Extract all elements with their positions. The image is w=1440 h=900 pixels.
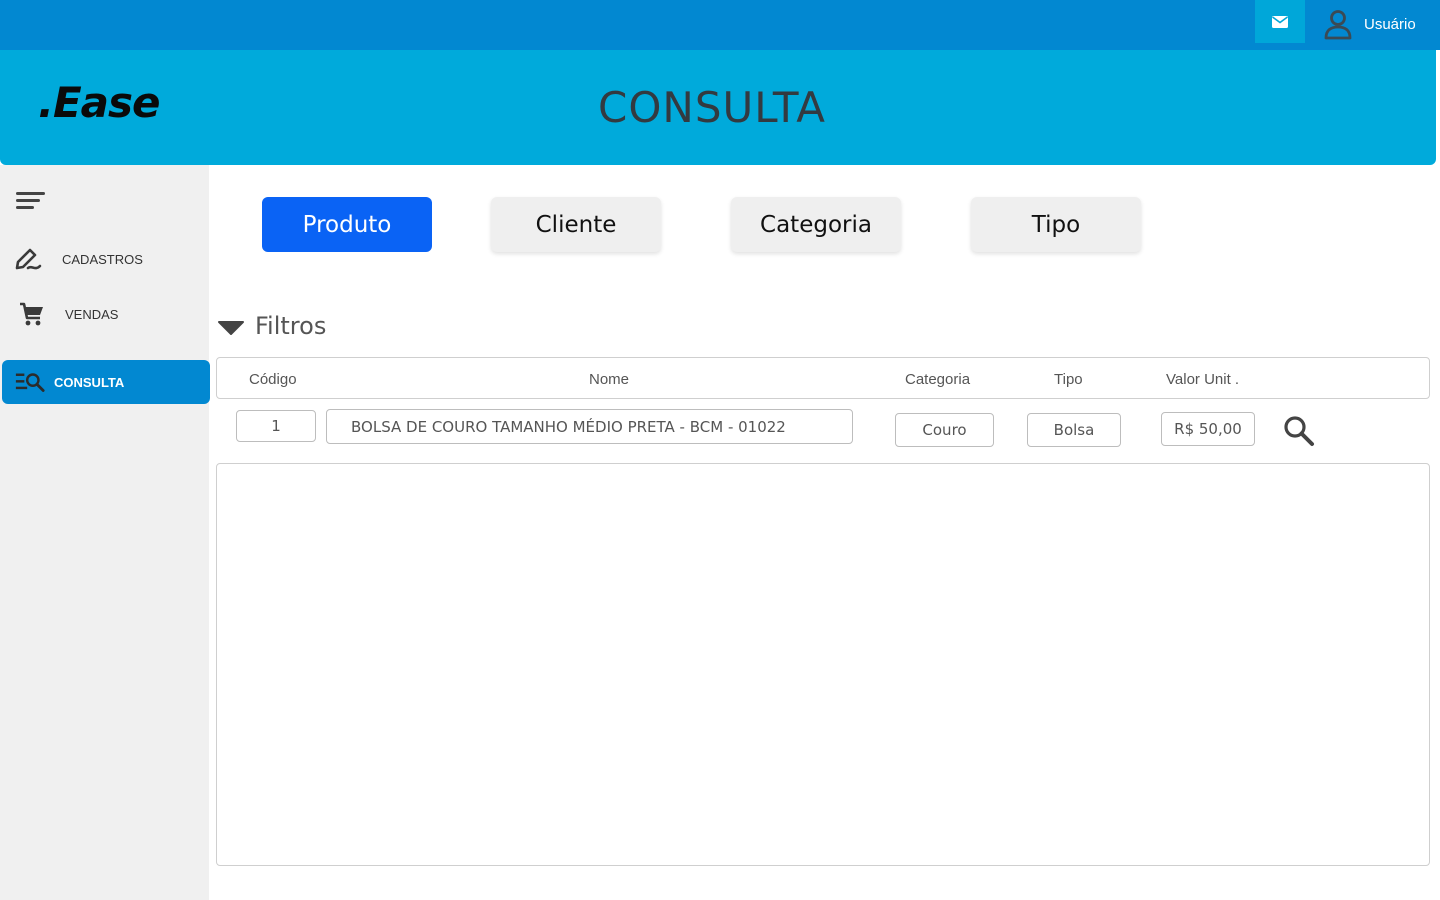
menu-lines-icon xyxy=(16,192,45,209)
user-icon xyxy=(1324,10,1352,40)
tab-tipo[interactable]: Tipo xyxy=(971,197,1141,252)
nome-field[interactable]: BOLSA DE COURO TAMANHO MÉDIO PRETA - BCM… xyxy=(326,409,853,444)
filter-header-row: Código Nome Categoria Tipo Valor Unit . xyxy=(216,357,1430,399)
codigo-field[interactable]: 1 xyxy=(236,410,316,442)
col-header-categoria: Categoria xyxy=(905,371,971,388)
page-title: CONSULTA xyxy=(598,83,826,132)
tab-categoria[interactable]: Categoria xyxy=(731,197,901,252)
sidebar-item-cadastros[interactable]: CADASTROS xyxy=(2,237,210,281)
search-button[interactable] xyxy=(1282,414,1316,448)
col-header-tipo: Tipo xyxy=(1054,371,1083,388)
tipo-field[interactable]: Bolsa xyxy=(1027,413,1121,447)
filters-toggle[interactable]: Filtros xyxy=(217,310,326,342)
col-header-codigo: Código xyxy=(249,371,297,388)
sidebar-item-label: VENDAS xyxy=(65,306,119,322)
sidebar-item-consulta[interactable]: CONSULTA xyxy=(2,360,210,404)
tab-produto[interactable]: Produto xyxy=(262,197,432,252)
top-bar: Usuário xyxy=(0,0,1440,50)
caret-down-icon xyxy=(218,321,244,335)
categoria-field[interactable]: Couro xyxy=(895,413,994,447)
search-icon xyxy=(1284,416,1314,446)
filters-title: Filtros xyxy=(255,312,327,340)
user-label: Usuário xyxy=(1364,15,1416,33)
col-header-nome: Nome xyxy=(589,371,630,388)
envelope-icon xyxy=(1272,15,1288,28)
col-header-valor: Valor Unit . xyxy=(1166,371,1240,388)
shopping-cart-icon xyxy=(16,298,48,330)
sidebar: CADASTROS VENDAS CONSULTA xyxy=(0,165,210,900)
sidebar-item-label: CONSULTA xyxy=(54,374,125,390)
pencil-edit-icon xyxy=(12,243,44,275)
user-menu[interactable]: Usuário xyxy=(1322,8,1416,40)
sidebar-item-label: CADASTROS xyxy=(62,251,143,267)
mail-button[interactable] xyxy=(1255,0,1305,43)
header-band: .Ease CONSULTA xyxy=(0,50,1436,165)
valor-field[interactable]: R$ 50,00 xyxy=(1161,412,1255,446)
list-search-icon xyxy=(14,366,46,398)
menu-toggle-button[interactable] xyxy=(14,189,48,213)
results-panel xyxy=(216,463,1430,866)
sidebar-item-vendas[interactable]: VENDAS xyxy=(2,292,210,336)
tab-cliente[interactable]: Cliente xyxy=(491,197,661,252)
